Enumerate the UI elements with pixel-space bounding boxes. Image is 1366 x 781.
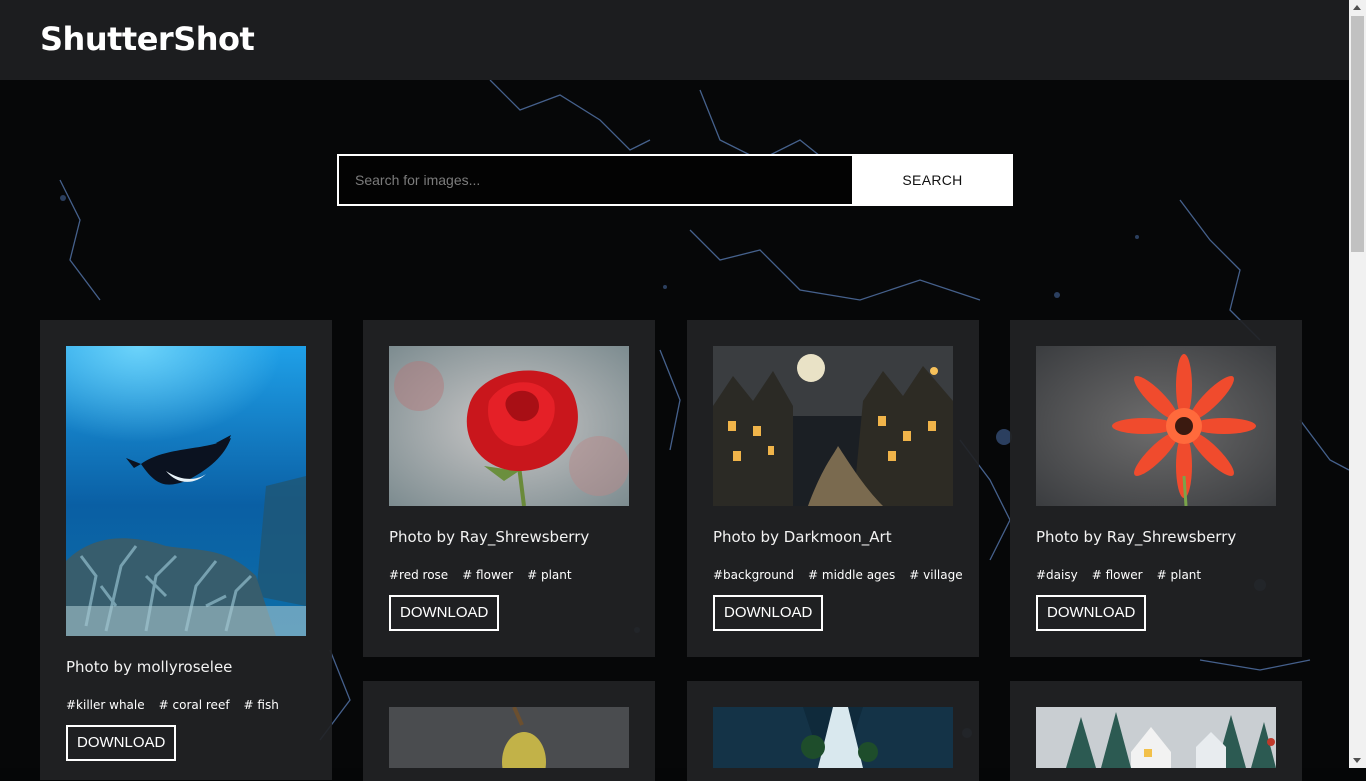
tag[interactable]: #daisy bbox=[1036, 568, 1078, 582]
download-button[interactable]: DOWNLOAD bbox=[1036, 595, 1147, 631]
tag-list: #background # middle ages # village bbox=[713, 568, 963, 582]
search-input[interactable] bbox=[337, 154, 852, 206]
search-button[interactable]: SEARCH bbox=[852, 154, 1013, 206]
tag-list: #daisy # flower # plant bbox=[1036, 568, 1201, 582]
image-card bbox=[687, 681, 979, 781]
scrollbar-thumb[interactable] bbox=[1351, 16, 1364, 252]
tag[interactable]: #background bbox=[713, 568, 794, 582]
tag[interactable]: # flower bbox=[1092, 568, 1143, 582]
scroll-up-arrow-icon[interactable] bbox=[1353, 5, 1361, 10]
photo-thumbnail[interactable] bbox=[713, 346, 953, 506]
page-scrollbar[interactable] bbox=[1349, 0, 1366, 768]
image-card bbox=[363, 681, 655, 781]
photo-thumbnail[interactable] bbox=[1036, 346, 1276, 506]
tag[interactable]: # plant bbox=[1157, 568, 1201, 582]
tag-list: #red rose # flower # plant bbox=[389, 568, 572, 582]
tag[interactable]: # fish bbox=[244, 698, 279, 712]
photo-credit: Photo by Ray_Shrewsberry bbox=[389, 528, 590, 546]
image-card: Photo by Ray_Shrewsberry #daisy # flower… bbox=[1010, 320, 1302, 657]
scroll-down-arrow-icon[interactable] bbox=[1353, 758, 1361, 763]
photo-thumbnail[interactable] bbox=[1036, 707, 1276, 768]
site-header: ShutterShot bbox=[0, 0, 1349, 80]
tag[interactable]: # village bbox=[909, 568, 962, 582]
tag[interactable]: # middle ages bbox=[808, 568, 895, 582]
photo-thumbnail[interactable] bbox=[66, 346, 306, 636]
photo-thumbnail[interactable] bbox=[713, 707, 953, 768]
image-card: Photo by Darkmoon_Art #background # midd… bbox=[687, 320, 979, 657]
download-button[interactable]: DOWNLOAD bbox=[66, 725, 177, 761]
tag[interactable]: # plant bbox=[527, 568, 571, 582]
tag[interactable]: #killer whale bbox=[66, 698, 145, 712]
tag[interactable]: # coral reef bbox=[159, 698, 230, 712]
tag[interactable]: # flower bbox=[462, 568, 513, 582]
photo-thumbnail[interactable] bbox=[389, 707, 629, 768]
photo-thumbnail[interactable] bbox=[389, 346, 629, 506]
photo-credit: Photo by mollyroselee bbox=[66, 658, 233, 676]
tag-list: #killer whale # coral reef # fish bbox=[66, 698, 279, 712]
image-card: Photo by mollyroselee #killer whale # co… bbox=[40, 320, 332, 780]
image-card bbox=[1010, 681, 1302, 781]
photo-credit: Photo by Darkmoon_Art bbox=[713, 528, 892, 546]
download-button[interactable]: DOWNLOAD bbox=[713, 595, 824, 631]
image-card: Photo by Ray_Shrewsberry #red rose # flo… bbox=[363, 320, 655, 657]
download-button[interactable]: DOWNLOAD bbox=[389, 595, 500, 631]
tag[interactable]: #red rose bbox=[389, 568, 448, 582]
site-logo[interactable]: ShutterShot bbox=[40, 19, 255, 59]
photo-credit: Photo by Ray_Shrewsberry bbox=[1036, 528, 1237, 546]
search-bar: SEARCH bbox=[337, 154, 1013, 206]
